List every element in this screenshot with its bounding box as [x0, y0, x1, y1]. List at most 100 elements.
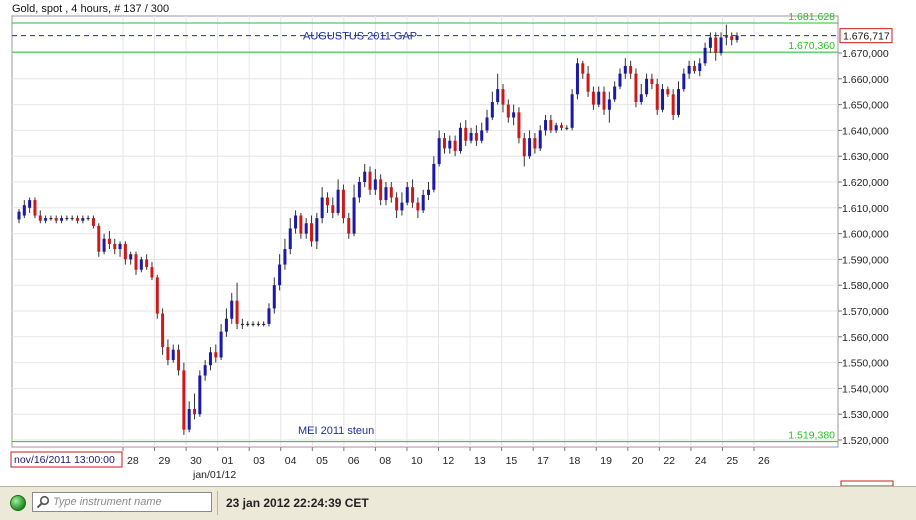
candle-body [315, 218, 319, 242]
candle-body [570, 94, 574, 128]
candle-body [325, 197, 329, 206]
candle-body [208, 352, 212, 366]
candle-body [198, 375, 202, 415]
candle-body [389, 187, 393, 198]
x-tick-label: 05 [316, 455, 328, 467]
y-tick-label: 1.580,000 [842, 280, 889, 292]
candle-body [485, 117, 489, 131]
x-tick-label: 28 [127, 455, 139, 467]
x-tick-label: 30 [190, 455, 202, 467]
x-tick-label: 29 [159, 455, 171, 467]
level-label: 1.519,380 [788, 430, 835, 442]
candle-body [581, 63, 585, 74]
candle-body [251, 323, 255, 325]
candle-body [703, 47, 707, 64]
candle-body [294, 215, 298, 229]
candle-body [416, 202, 420, 211]
candle-body [60, 218, 64, 221]
candle-body [107, 238, 111, 244]
candle-body [549, 120, 553, 131]
candle-body [278, 264, 282, 286]
candle-body [187, 409, 191, 430]
candle-body [458, 127, 462, 152]
y-tick-label: 1.600,000 [842, 229, 889, 241]
candle-body [267, 308, 271, 324]
candle-body [480, 130, 484, 141]
x-tick-label: 04 [285, 455, 297, 467]
candle-body [544, 120, 548, 131]
candle-body [719, 37, 723, 53]
x-tick-label: 25 [726, 455, 738, 467]
candle-body [517, 112, 521, 139]
candle-body [629, 65, 633, 74]
candle-body [123, 243, 127, 260]
x-tick-label: 01 [222, 455, 234, 467]
candle-body [357, 182, 361, 198]
candle-body [70, 218, 74, 220]
candle-body [650, 78, 654, 84]
candle-body [145, 259, 149, 268]
candle-body [607, 99, 611, 110]
candle [517, 107, 521, 144]
candle-body [682, 73, 686, 90]
y-tick-label: 1.530,000 [842, 409, 889, 421]
candle-body [336, 189, 340, 213]
candle-body [256, 323, 260, 325]
x-tick-label: 22 [663, 455, 675, 467]
instrument-search-input[interactable] [51, 494, 213, 510]
candle-body [384, 187, 388, 201]
candle-body [634, 73, 638, 103]
chart-area[interactable]: 1.681,628 1.670,360 1.519,380 AUGUSTUS 2011… [0, 0, 916, 486]
candle-body [368, 171, 372, 190]
candle [198, 370, 202, 417]
candle-body [618, 73, 622, 87]
candle-body [363, 171, 367, 182]
x-tick-label: 13 [474, 455, 486, 467]
candle-body [687, 65, 691, 74]
y-tick-label: 1.650,000 [842, 100, 889, 112]
x-tick-label: 18 [569, 455, 581, 467]
candle-body [692, 65, 696, 72]
search-icon [36, 495, 50, 509]
candle-body [240, 323, 244, 325]
x-tick-label: 20 [632, 455, 644, 467]
candle-body [171, 349, 175, 361]
candle [33, 197, 37, 219]
candle [341, 184, 345, 224]
candle-body [708, 37, 712, 48]
x-tick-label: 26 [758, 455, 770, 467]
y-tick-label: 1.620,000 [842, 177, 889, 189]
candle-body [623, 65, 627, 74]
candle-body [676, 89, 680, 115]
candle-body [639, 94, 643, 103]
candle-body [613, 86, 617, 100]
candle-body [575, 63, 579, 95]
candle-body [352, 197, 356, 234]
candle-body [602, 91, 606, 110]
candle-body [150, 267, 154, 278]
candle-body [442, 138, 446, 149]
candle-body [219, 331, 223, 358]
candle-body [214, 352, 218, 358]
candle-body [161, 313, 165, 348]
candle-body [427, 189, 431, 195]
candle [182, 362, 186, 435]
candle-body [81, 218, 85, 221]
candle [570, 89, 574, 131]
candle-body [177, 349, 181, 371]
candle-body [299, 215, 303, 234]
candle-body [272, 285, 276, 309]
candle-body [512, 112, 516, 118]
instrument-search-box[interactable] [32, 492, 213, 512]
candle-body [134, 254, 138, 270]
candle-body [533, 138, 537, 149]
candle [634, 68, 638, 108]
candle-body [586, 73, 590, 92]
candle-body [262, 323, 266, 325]
candle-body [97, 225, 101, 252]
candle-body [22, 205, 26, 216]
candle-body [714, 37, 718, 53]
candle-body [44, 218, 48, 221]
candle-body [288, 228, 292, 250]
candle-body [490, 102, 494, 118]
